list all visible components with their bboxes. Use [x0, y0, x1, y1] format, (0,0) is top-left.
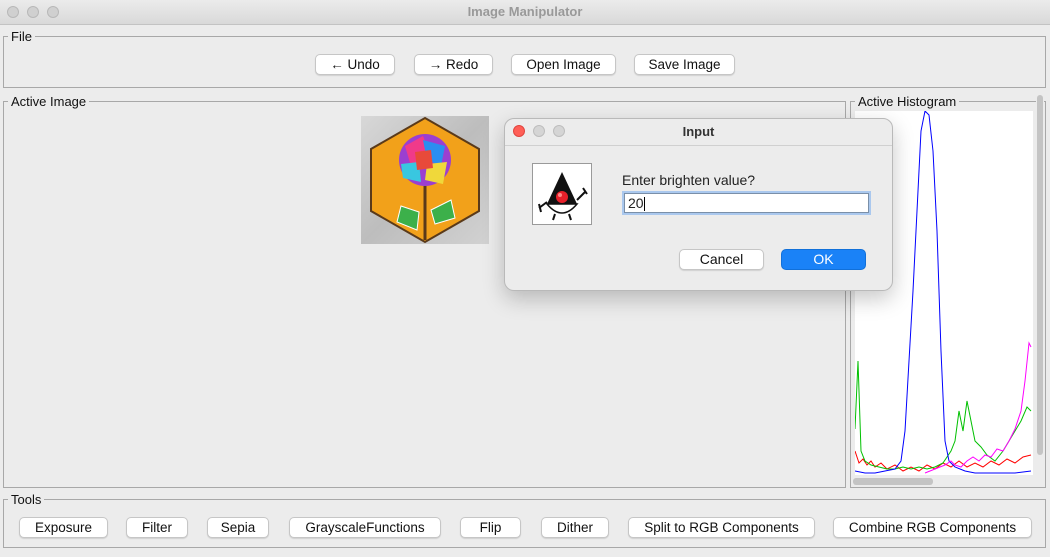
filter-button[interactable]: Filter — [126, 517, 188, 538]
exposure-button[interactable]: Exposure — [19, 517, 108, 538]
brighten-value-input[interactable]: 20 — [624, 193, 869, 213]
dialog-prompt: Enter brighten value? — [622, 172, 756, 188]
window-titlebar: Image Manipulator — [0, 0, 1050, 25]
histogram-magenta-line — [924, 341, 1032, 474]
histogram-vertical-scroll-thumb[interactable] — [1037, 95, 1043, 455]
undo-button[interactable]: ← Undo — [315, 54, 395, 75]
open-image-button[interactable]: Open Image — [511, 54, 616, 75]
combine-rgb-button[interactable]: Combine RGB Components — [833, 517, 1032, 538]
text-caret — [643, 197, 645, 212]
histogram-vertical-scrollbar[interactable] — [1036, 95, 1044, 455]
sepia-button[interactable]: Sepia — [207, 517, 269, 538]
window-title: Image Manipulator — [467, 4, 583, 19]
dialog-title: Input — [682, 124, 715, 139]
dither-button[interactable]: Dither — [541, 517, 609, 538]
flip-button[interactable]: Flip — [460, 517, 521, 538]
brighten-value-text: 20 — [628, 195, 644, 211]
java-duke-icon — [532, 163, 592, 225]
histogram-legend: Active Histogram — [858, 94, 957, 109]
cancel-button[interactable]: Cancel — [679, 249, 764, 270]
rose-hexagon-image — [370, 116, 480, 244]
ok-button[interactable]: OK — [781, 249, 866, 270]
save-image-button[interactable]: Save Image — [634, 54, 735, 75]
input-dialog: Input Enter brighten value? 20 Cancel OK — [504, 118, 893, 291]
redo-button[interactable]: → Redo — [414, 54, 493, 75]
active-image-legend: Active Image — [11, 94, 87, 109]
grayscale-functions-button[interactable]: GrayscaleFunctions — [289, 517, 441, 538]
dialog-separator — [505, 145, 892, 146]
split-rgb-button[interactable]: Split to RGB Components — [628, 517, 815, 538]
histogram-green-line — [854, 360, 1032, 470]
tools-panel-legend: Tools — [11, 492, 42, 507]
file-panel-legend: File — [11, 29, 32, 44]
active-image — [361, 116, 489, 244]
histogram-horizontal-scrollbar[interactable] — [853, 478, 933, 485]
